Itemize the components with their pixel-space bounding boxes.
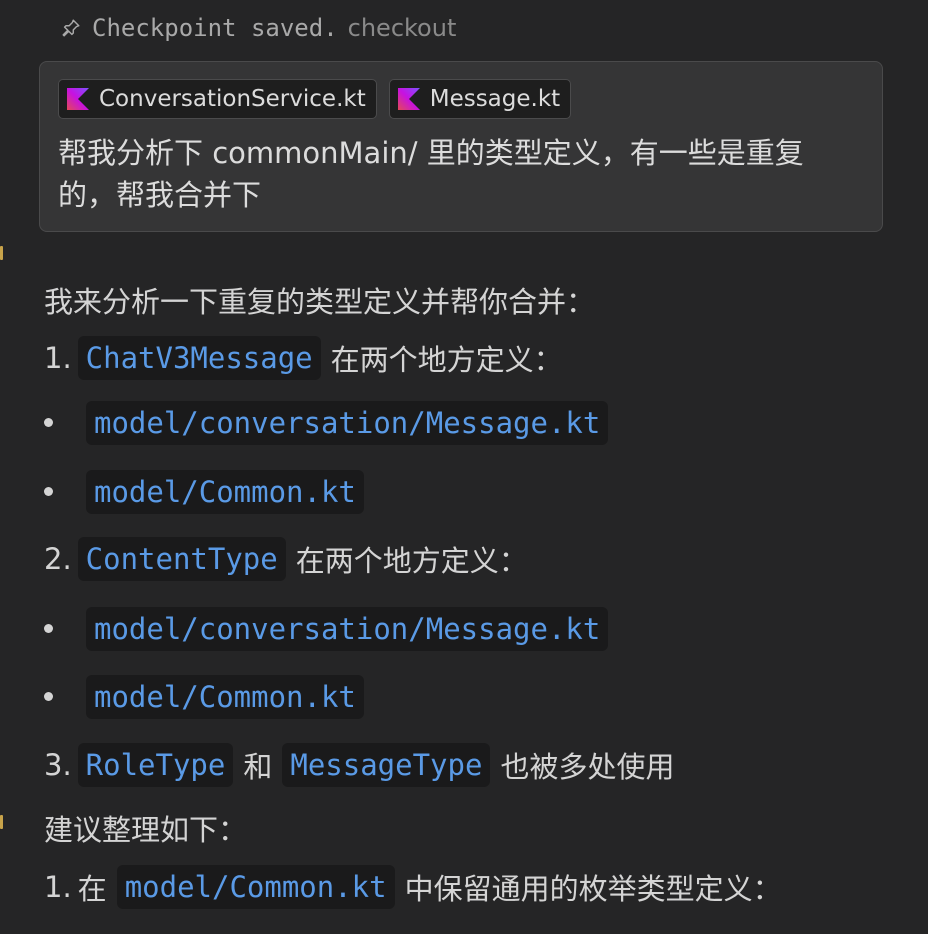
list-item-text: 在两个地方定义：	[295, 544, 528, 578]
pin-icon	[62, 19, 80, 37]
list-number: 3.	[44, 748, 72, 782]
user-message: ConversationService.kt Message.kt 帮我分析下 …	[39, 61, 883, 232]
bullet-point	[44, 692, 53, 701]
suggestion-heading: 建议整理如下：	[44, 806, 247, 850]
list-item: 2. ContentType 在两个地方定义：	[44, 537, 528, 581]
bullet-point	[44, 624, 53, 633]
checkpoint-text: Checkpoint saved.	[92, 14, 338, 42]
list-item: model/Common.kt	[86, 675, 364, 719]
list-item-text: 也被多处使用	[500, 750, 675, 784]
list-item: 3. RoleType 和 MessageType 也被多处使用	[44, 743, 674, 787]
inline-code: model/conversation/Message.kt	[86, 607, 609, 651]
inline-code: model/Common.kt	[86, 675, 364, 719]
inline-code: RoleType	[77, 743, 234, 787]
bullet-point	[44, 487, 53, 496]
list-number: 2.	[44, 542, 72, 576]
list-number: 1.	[44, 870, 72, 904]
checkpoint-bar: Checkpoint saved. checkout	[60, 12, 456, 44]
intro-text: 我来分析一下重复的类型定义并帮你合并：	[44, 285, 596, 319]
conjunction-text: 和	[243, 750, 273, 784]
gutter-marker	[0, 815, 3, 829]
inline-code: model/Common.kt	[116, 865, 395, 909]
checkout-link[interactable]: checkout	[348, 14, 457, 42]
inline-code: model/conversation/Message.kt	[86, 401, 609, 445]
inline-code: ContentType	[77, 537, 286, 581]
inline-code: MessageType	[282, 743, 491, 787]
attachment-chip[interactable]: Message.kt	[388, 79, 572, 119]
attachment-chip[interactable]: ConversationService.kt	[58, 79, 377, 119]
list-item-text: 中保留通用的枚举类型定义：	[404, 872, 782, 906]
suggestion-text: 建议整理如下：	[44, 813, 248, 847]
user-message-text: 帮我分析下 commonMain/ 里的类型定义，有一些是重复的，帮我合并下	[58, 136, 804, 212]
inline-code: ChatV3Message	[77, 336, 321, 380]
list-item-text: 在两个地方定义：	[330, 343, 563, 377]
list-number: 1.	[44, 341, 72, 375]
list-item: 1. 在 model/Common.kt 中保留通用的枚举类型定义：	[44, 865, 782, 909]
list-item-prefix: 在	[77, 872, 107, 906]
list-item: model/conversation/Message.kt	[86, 607, 609, 651]
reply-intro: 我来分析一下重复的类型定义并帮你合并：	[44, 278, 595, 322]
kotlin-file-icon	[67, 88, 89, 110]
list-item: model/conversation/Message.kt	[86, 401, 609, 445]
attachment-name: Message.kt	[429, 86, 561, 112]
attachment-name: ConversationService.kt	[99, 86, 366, 112]
gutter-marker	[0, 246, 3, 260]
attachments: ConversationService.kt Message.kt	[58, 79, 572, 119]
list-item: 1. ChatV3Message 在两个地方定义：	[44, 336, 563, 380]
list-item: model/Common.kt	[86, 470, 364, 514]
bullet-point	[44, 418, 53, 427]
kotlin-file-icon	[397, 88, 420, 110]
inline-code: model/Common.kt	[86, 470, 364, 514]
